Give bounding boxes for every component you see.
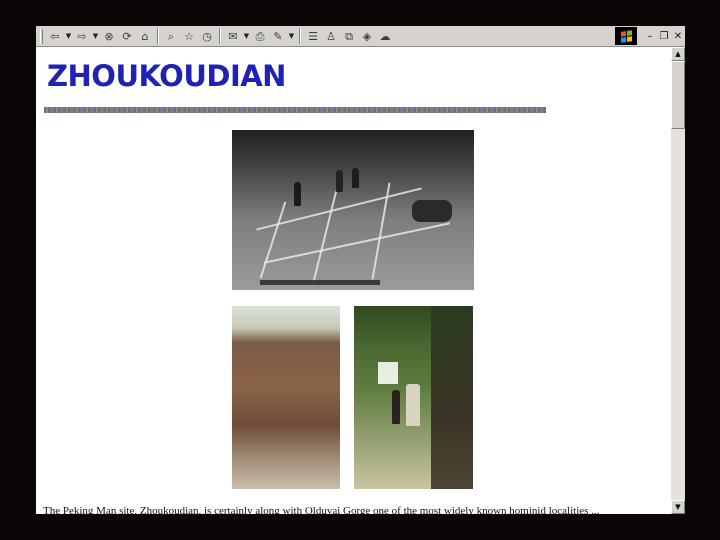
edit-icon[interactable]: ✎: [271, 28, 285, 45]
decorative-divider: [44, 107, 546, 113]
page-content: ZHOUKOUDIAN The Peking Man site, Zhoukou…: [36, 47, 671, 514]
forward-icon[interactable]: ⇨: [75, 28, 89, 45]
scroll-thumb[interactable]: [671, 61, 685, 129]
print-icon[interactable]: ⎙: [253, 28, 267, 45]
scroll-up-button[interactable]: ▲: [671, 47, 685, 61]
back-dropdown-icon[interactable]: ▼: [65, 28, 72, 45]
toolbar-separator: [219, 28, 221, 44]
windows-logo-icon: [615, 27, 637, 45]
browser-window: ⇦ ▼ ⇨ ▼ ⊗ ⟳ ⌂ ⌕ ☆ ◷ ✉ ▼ ⎙ ✎ ▼ ☰ ♙ ⧉ ◈ ☁ …: [36, 26, 685, 514]
toolbar-separator: [157, 28, 159, 44]
toolbar-grip[interactable]: [40, 28, 43, 44]
stop-icon[interactable]: ⊗: [102, 28, 116, 45]
edit-dropdown-icon[interactable]: ▼: [288, 28, 295, 45]
chat-icon[interactable]: ☁: [378, 28, 392, 45]
browser-toolbar: ⇦ ▼ ⇨ ▼ ⊗ ⟳ ⌂ ⌕ ☆ ◷ ✉ ▼ ⎙ ✎ ▼ ☰ ♙ ⧉ ◈ ☁ …: [36, 26, 685, 47]
discuss-icon[interactable]: ☰: [306, 28, 320, 45]
refresh-icon[interactable]: ⟳: [120, 28, 134, 45]
favorites-icon[interactable]: ☆: [182, 28, 196, 45]
minimize-button[interactable]: –: [644, 29, 656, 43]
scroll-down-button[interactable]: ▼: [671, 500, 685, 514]
photo-caption: [260, 280, 380, 285]
cliff-face-photo: [232, 306, 340, 489]
forward-dropdown-icon[interactable]: ▼: [92, 28, 99, 45]
messenger-icon[interactable]: ♙: [324, 28, 338, 45]
mail-dropdown-icon[interactable]: ▼: [243, 28, 250, 45]
vertical-scrollbar[interactable]: ▲ ▼: [671, 47, 685, 514]
history-icon[interactable]: ◷: [200, 28, 214, 45]
rock-wall: [431, 306, 473, 489]
close-button[interactable]: ✕: [672, 29, 684, 43]
related-icon[interactable]: ⧉: [342, 28, 356, 45]
restore-button[interactable]: ❐: [658, 29, 670, 43]
home-icon[interactable]: ⌂: [138, 28, 152, 45]
page-title: ZHOUKOUDIAN: [47, 59, 286, 93]
back-icon[interactable]: ⇦: [48, 28, 62, 45]
body-paragraph: The Peking Man site, Zhoukoudian, is cer…: [43, 505, 600, 514]
window-controls: – ❐ ✕: [615, 26, 685, 46]
mail-icon[interactable]: ✉: [226, 28, 240, 45]
small-building: [378, 362, 398, 384]
excavation-site-photo: [232, 130, 474, 290]
toolbar-separator: [299, 28, 301, 44]
research-icon[interactable]: ◈: [360, 28, 374, 45]
path-visitors-photo: [354, 306, 473, 489]
search-icon[interactable]: ⌕: [164, 28, 178, 45]
